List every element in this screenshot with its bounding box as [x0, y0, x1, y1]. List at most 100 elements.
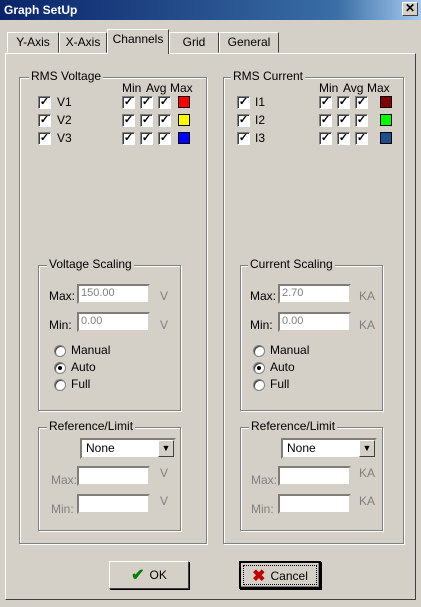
close-icon[interactable]: ✕	[402, 2, 418, 16]
v3-max-checkbox[interactable]: ✓	[158, 132, 171, 145]
voltage-scaling-title: Voltage Scaling	[47, 257, 134, 271]
voltage-min-label: Min:	[49, 318, 72, 332]
v3-label: V3	[57, 131, 72, 145]
voltage-manual-label: Manual	[71, 343, 111, 357]
i3-label: I3	[255, 131, 266, 145]
i2-min-checkbox[interactable]: ✓	[319, 114, 332, 127]
v1-color-swatch[interactable]	[178, 96, 190, 108]
v2-min-checkbox[interactable]: ✓	[122, 114, 135, 127]
voltage-full-radio[interactable]	[54, 379, 66, 391]
x-icon: ✖	[252, 567, 266, 585]
voltage-ref-max-label: Max:	[51, 473, 78, 487]
tab-grid[interactable]: Grid	[169, 32, 219, 53]
i3-min-checkbox[interactable]: ✓	[319, 132, 332, 145]
voltage-manual-radio[interactable]	[54, 345, 66, 357]
i1-avg-checkbox[interactable]: ✓	[337, 96, 350, 109]
current-scaling-title: Current Scaling	[248, 257, 335, 271]
v3-avg-checkbox[interactable]: ✓	[140, 132, 153, 145]
cancel-button[interactable]: ✖ Cancel	[239, 561, 321, 589]
current-auto-label: Auto	[270, 360, 295, 374]
voltage-ref-min-unit: V	[160, 494, 169, 508]
v1-max-checkbox[interactable]: ✓	[158, 96, 171, 109]
current-max-label: Max:	[250, 289, 277, 303]
header-max: Max	[170, 81, 193, 95]
chevron-down-icon[interactable]: ▼	[158, 440, 174, 457]
voltage-reference-select[interactable]: None ▼	[80, 438, 176, 459]
tab-y-axis[interactable]: Y-Axis	[7, 32, 59, 53]
voltage-min-unit: V	[160, 318, 169, 332]
current-reference-value: None	[287, 441, 316, 455]
current-full-radio[interactable]	[253, 379, 265, 391]
v1-min-checkbox[interactable]: ✓	[122, 96, 135, 109]
current-ref-max-label: Max:	[251, 473, 278, 487]
voltage-reference-value: None	[86, 441, 115, 455]
i1-min-checkbox[interactable]: ✓	[319, 96, 332, 109]
current-full-label: Full	[270, 377, 290, 391]
current-header-avg: Avg	[343, 81, 364, 95]
voltage-ref-min-input[interactable]	[77, 494, 150, 514]
checkmark-icon: ✔	[131, 566, 145, 584]
i2-checkbox[interactable]: ✓	[237, 114, 250, 127]
current-reference-title: Reference/Limit	[249, 419, 338, 433]
voltage-ref-min-label: Min:	[51, 502, 74, 516]
v2-avg-checkbox[interactable]: ✓	[140, 114, 153, 127]
i3-color-swatch[interactable]	[380, 132, 392, 144]
current-min-unit: KA	[359, 318, 376, 332]
tab-channels[interactable]: Channels	[107, 29, 169, 54]
voltage-reference-title: Reference/Limit	[47, 419, 136, 433]
voltage-max-unit: V	[160, 289, 169, 303]
current-ref-min-input[interactable]	[278, 494, 351, 514]
current-auto-radio[interactable]	[253, 362, 265, 374]
i1-color-swatch[interactable]	[380, 96, 392, 108]
i2-label: I2	[255, 113, 266, 127]
i3-avg-checkbox[interactable]: ✓	[337, 132, 350, 145]
current-ref-max-unit: KA	[359, 466, 376, 480]
current-ref-min-unit: KA	[359, 494, 376, 508]
current-ref-max-input[interactable]	[278, 466, 351, 486]
ok-label: OK	[149, 568, 167, 582]
voltage-max-label: Max:	[49, 289, 76, 303]
v2-max-checkbox[interactable]: ✓	[158, 114, 171, 127]
v1-label: V1	[57, 95, 72, 109]
voltage-ref-max-input[interactable]	[77, 466, 150, 486]
chevron-down-icon[interactable]: ▼	[359, 440, 375, 457]
title-bar: Graph SetUp ✕	[0, 0, 421, 20]
cancel-label: Cancel	[270, 569, 308, 583]
i2-avg-checkbox[interactable]: ✓	[337, 114, 350, 127]
v3-min-checkbox[interactable]: ✓	[122, 132, 135, 145]
current-max-input[interactable]: 2.70	[278, 284, 351, 304]
current-min-input[interactable]: 0.00	[278, 312, 351, 332]
ok-button[interactable]: ✔ OK	[109, 561, 189, 589]
voltage-max-input[interactable]: 150.00	[77, 284, 150, 304]
v3-color-swatch[interactable]	[178, 132, 190, 144]
i1-label: I1	[255, 95, 266, 109]
v3-checkbox[interactable]: ✓	[38, 132, 51, 145]
voltage-ref-max-unit: V	[160, 466, 169, 480]
current-max-unit: KA	[359, 289, 376, 303]
voltage-min-input[interactable]: 0.00	[77, 312, 150, 332]
window-title: Graph SetUp	[4, 3, 78, 17]
v2-label: V2	[57, 113, 72, 127]
voltage-auto-radio[interactable]	[54, 362, 66, 374]
rms-voltage-title: RMS Voltage	[29, 69, 104, 83]
current-manual-radio[interactable]	[253, 345, 265, 357]
voltage-full-label: Full	[71, 377, 91, 391]
i3-max-checkbox[interactable]: ✓	[355, 132, 368, 145]
v1-checkbox[interactable]: ✓	[38, 96, 51, 109]
i3-checkbox[interactable]: ✓	[237, 132, 250, 145]
header-avg: Avg	[146, 81, 167, 95]
current-min-label: Min:	[250, 318, 273, 332]
current-manual-label: Manual	[270, 343, 310, 357]
tab-x-axis[interactable]: X-Axis	[59, 32, 107, 53]
v2-color-swatch[interactable]	[178, 114, 190, 126]
i2-max-checkbox[interactable]: ✓	[355, 114, 368, 127]
tab-general[interactable]: General	[219, 32, 279, 53]
current-ref-min-label: Min:	[251, 502, 274, 516]
i1-max-checkbox[interactable]: ✓	[355, 96, 368, 109]
v1-avg-checkbox[interactable]: ✓	[140, 96, 153, 109]
current-reference-select[interactable]: None ▼	[281, 438, 377, 459]
i2-color-swatch[interactable]	[380, 114, 392, 126]
current-header-max: Max	[367, 81, 390, 95]
i1-checkbox[interactable]: ✓	[237, 96, 250, 109]
v2-checkbox[interactable]: ✓	[38, 114, 51, 127]
